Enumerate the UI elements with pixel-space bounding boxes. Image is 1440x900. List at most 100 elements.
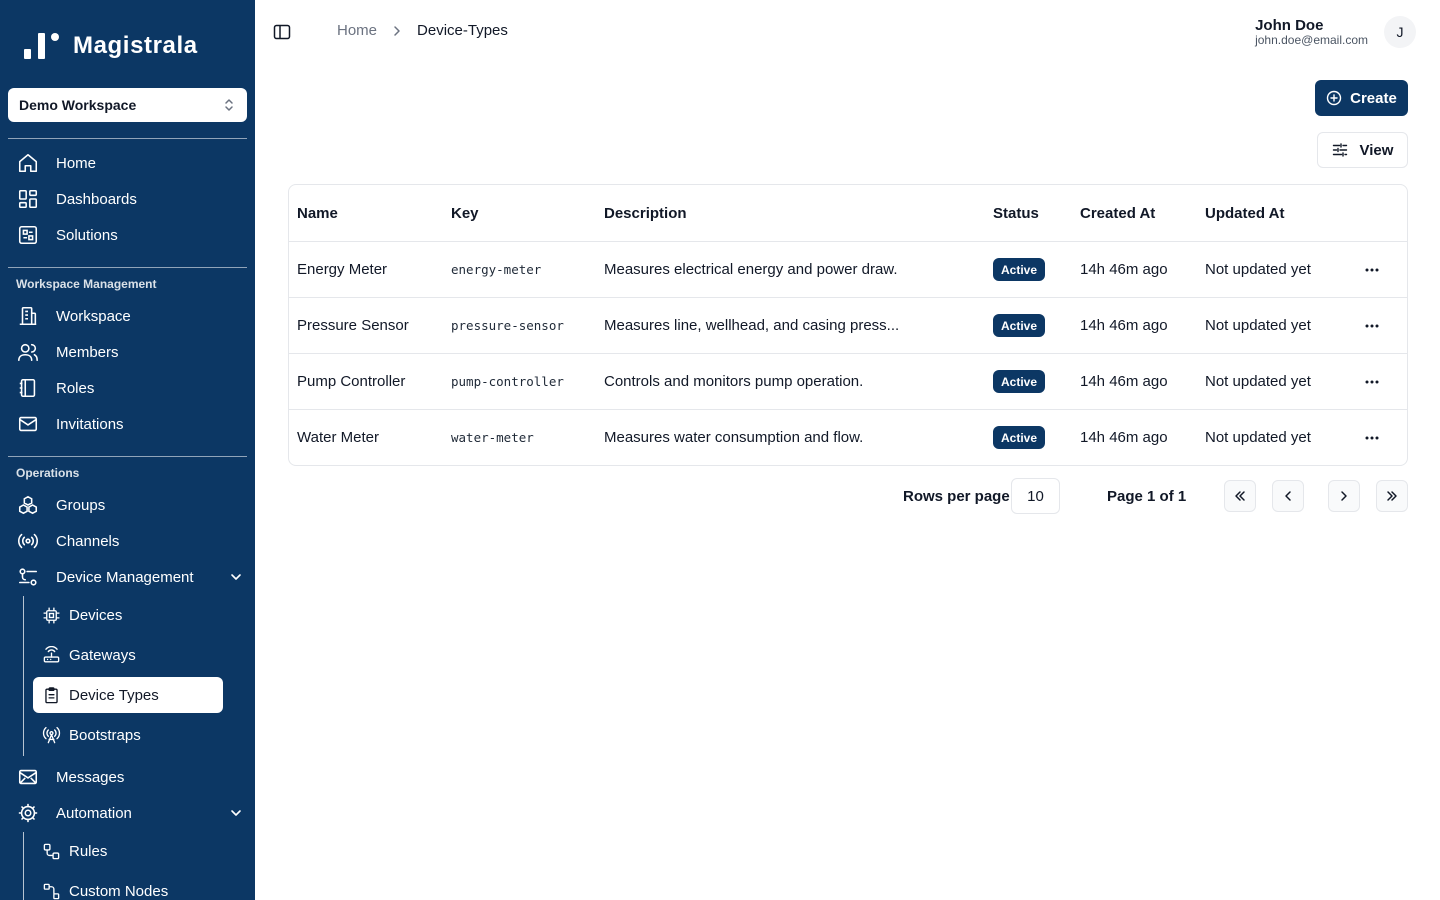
chevron-right-icon bbox=[1341, 491, 1347, 501]
settings-sliders-icon bbox=[16, 565, 40, 589]
groups-icon bbox=[16, 493, 40, 517]
sidebar-item-solutions[interactable]: Solutions bbox=[16, 220, 244, 250]
next-page-button[interactable] bbox=[1328, 480, 1360, 512]
sidebar-item-label: Device Types bbox=[69, 686, 159, 704]
column-header-key[interactable]: Key bbox=[451, 205, 479, 222]
sidebar-item-messages[interactable]: Messages bbox=[16, 762, 244, 792]
cell-created-at: 14h 46m ago bbox=[1080, 429, 1168, 446]
dashboard-icon bbox=[16, 187, 40, 211]
chevron-right-icon bbox=[390, 24, 404, 38]
nodes-icon bbox=[41, 881, 61, 900]
chevron-down-icon[interactable] bbox=[228, 569, 244, 585]
chip-icon bbox=[41, 605, 61, 625]
workspace-selector[interactable]: Demo Workspace bbox=[8, 88, 247, 122]
cell-updated-at: Not updated yet bbox=[1205, 373, 1311, 390]
sidebar-item-invitations[interactable]: Invitations bbox=[16, 409, 244, 439]
home-icon bbox=[16, 151, 40, 175]
cell-created-at: 14h 46m ago bbox=[1080, 317, 1168, 334]
column-header-status[interactable]: Status bbox=[993, 205, 1039, 222]
view-button[interactable]: View bbox=[1317, 132, 1408, 168]
workspace-selector-label: Demo Workspace bbox=[19, 97, 137, 113]
device-types-table: Name Key Description Status Created At U… bbox=[288, 184, 1408, 466]
workflow-icon bbox=[41, 841, 61, 861]
radio-icon bbox=[16, 529, 40, 553]
sidebar-item-label: Invitations bbox=[56, 415, 124, 433]
previous-page-button[interactable] bbox=[1272, 480, 1304, 512]
sidebar: Magistrala Demo Workspace Home Dashboard… bbox=[0, 0, 255, 900]
breadcrumb: Home Device-Types bbox=[337, 22, 508, 39]
sidebar-item-device-management[interactable]: Device Management bbox=[16, 562, 244, 592]
sidebar-item-label: Messages bbox=[56, 768, 125, 786]
sidebar-item-bootstraps[interactable]: Bootstraps bbox=[33, 717, 223, 753]
cell-key: pump-controller bbox=[451, 374, 564, 389]
cell-created-at: 14h 46m ago bbox=[1080, 261, 1168, 278]
table-row[interactable]: Energy Meter energy-meter Measures elect… bbox=[289, 242, 1407, 298]
sidebar-item-device-types[interactable]: Device Types bbox=[33, 677, 223, 713]
sidebar-item-label: Roles bbox=[56, 379, 95, 397]
breadcrumb-home[interactable]: Home bbox=[337, 22, 377, 39]
logo[interactable]: Magistrala bbox=[24, 31, 198, 61]
rows-per-page-label: Rows per page bbox=[903, 488, 1010, 505]
rows-per-page-select[interactable]: 10 bbox=[1011, 478, 1060, 514]
router-icon bbox=[41, 645, 61, 665]
sidebar-item-devices[interactable]: Devices bbox=[33, 597, 223, 633]
table-row[interactable]: Pressure Sensor pressure-sensor Measures… bbox=[289, 298, 1407, 354]
cell-key: water-meter bbox=[451, 430, 534, 445]
sidebar-divider bbox=[8, 138, 247, 139]
sidebar-item-groups[interactable]: Groups bbox=[16, 490, 244, 520]
column-header-updated-at[interactable]: Updated At bbox=[1205, 205, 1284, 222]
create-button[interactable]: Create bbox=[1315, 80, 1408, 116]
users-icon bbox=[16, 340, 40, 364]
sidebar-item-home[interactable]: Home bbox=[16, 148, 244, 178]
cell-name: Energy Meter bbox=[297, 261, 388, 278]
column-header-created-at[interactable]: Created At bbox=[1080, 205, 1155, 222]
more-horizontal-icon[interactable] bbox=[1358, 318, 1386, 334]
sidebar-item-automation[interactable]: Automation bbox=[16, 798, 244, 828]
submenu-line bbox=[23, 596, 24, 756]
status-badge: Active bbox=[993, 314, 1046, 337]
sidebar-item-label: Gateways bbox=[69, 646, 136, 664]
sidebar-item-dashboards[interactable]: Dashboards bbox=[16, 184, 244, 214]
sidebar-item-channels[interactable]: Channels bbox=[16, 526, 244, 556]
more-horizontal-icon[interactable] bbox=[1358, 262, 1386, 278]
sidebar-toggle-icon[interactable] bbox=[273, 23, 291, 41]
sidebar-item-label: Workspace bbox=[56, 307, 131, 325]
sidebar-item-rules[interactable]: Rules bbox=[33, 833, 223, 869]
cell-updated-at: Not updated yet bbox=[1205, 261, 1311, 278]
solutions-icon bbox=[16, 223, 40, 247]
table-row[interactable]: Water Meter water-meter Measures water c… bbox=[289, 410, 1407, 465]
sidebar-item-label: Automation bbox=[56, 804, 132, 822]
sidebar-item-custom-nodes[interactable]: Custom Nodes bbox=[33, 873, 223, 900]
sidebar-item-label: Rules bbox=[69, 842, 108, 860]
sidebar-item-label: Devices bbox=[69, 606, 123, 624]
cell-description: Measures water consumption and flow. bbox=[604, 429, 864, 446]
avatar[interactable]: J bbox=[1384, 16, 1416, 48]
chevron-down-icon[interactable] bbox=[228, 805, 244, 821]
sidebar-item-members[interactable]: Members bbox=[16, 337, 244, 367]
sidebar-item-label: Dashboards bbox=[56, 190, 137, 208]
first-page-button[interactable] bbox=[1224, 480, 1256, 512]
view-button-label: View bbox=[1359, 141, 1394, 159]
sidebar-item-label: Solutions bbox=[56, 226, 118, 244]
table-row[interactable]: Pump Controller pump-controller Controls… bbox=[289, 354, 1407, 410]
sidebar-item-label: Home bbox=[56, 154, 97, 172]
sidebar-item-label: Custom Nodes bbox=[69, 882, 169, 900]
sidebar-item-roles[interactable]: Roles bbox=[16, 373, 244, 403]
cell-updated-at: Not updated yet bbox=[1205, 429, 1311, 446]
cell-name: Pressure Sensor bbox=[297, 317, 409, 334]
sidebar-item-workspace[interactable]: Workspace bbox=[16, 301, 244, 331]
column-header-description[interactable]: Description bbox=[604, 205, 687, 222]
more-horizontal-icon[interactable] bbox=[1358, 374, 1386, 390]
mail-icon bbox=[16, 412, 40, 436]
chevrons-up-down-icon bbox=[225, 99, 233, 111]
user-info[interactable]: John Doe john.doe@email.com bbox=[1255, 17, 1368, 46]
cell-name: Water Meter bbox=[297, 429, 379, 446]
sidebar-item-gateways[interactable]: Gateways bbox=[33, 637, 223, 673]
last-page-button[interactable] bbox=[1376, 480, 1408, 512]
cell-description: Controls and monitors pump operation. bbox=[604, 373, 864, 390]
column-header-name[interactable]: Name bbox=[297, 205, 338, 222]
more-horizontal-icon[interactable] bbox=[1358, 430, 1386, 446]
cog-icon bbox=[16, 801, 40, 825]
mail-open-icon bbox=[16, 765, 40, 789]
cell-updated-at: Not updated yet bbox=[1205, 317, 1311, 334]
